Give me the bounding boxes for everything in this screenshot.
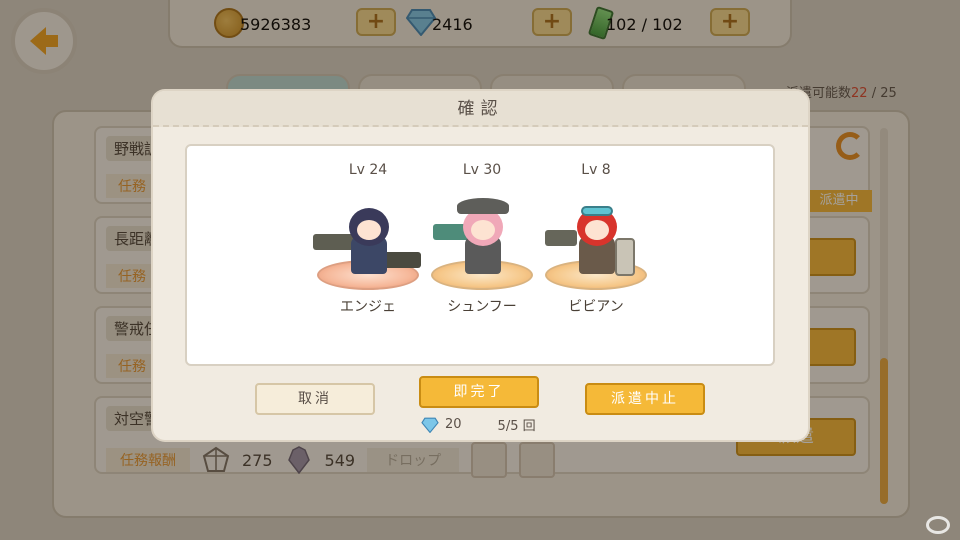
unit-sprite (313, 184, 423, 290)
unit-card: Lv 8 ビビアン (541, 162, 651, 316)
goggles-icon (581, 206, 613, 216)
unit-face (585, 220, 609, 240)
shield-icon (615, 238, 635, 276)
uses-remaining: 5/5 回 (497, 419, 536, 434)
cannon-icon (545, 230, 577, 246)
unit-name: ビビアン (568, 299, 624, 315)
unit-sprite (427, 184, 537, 290)
officer-cap-icon (457, 198, 509, 214)
unit-face (357, 220, 381, 240)
watermark-logo-icon (926, 516, 950, 534)
cannon-icon (313, 234, 355, 250)
dialog-title: 確認 (457, 99, 504, 119)
unit-sprite (541, 184, 651, 290)
unit-level: Lv 24 (348, 162, 388, 178)
unit-panel: Lv 24 エンジェ Lv 30 シュンフー Lv 8 ビビアン (185, 144, 775, 366)
unit-card: Lv 24 エンジェ (313, 162, 423, 316)
instant-cost: 20 5/5 回 (421, 415, 536, 434)
stop-dispatch-button[interactable]: 派遣中止 (585, 383, 705, 415)
unit-name: エンジェ (340, 299, 396, 315)
cost-value: 20 (445, 417, 462, 432)
unit-name: シュンフー (447, 299, 517, 315)
unit-level: Lv 8 (581, 162, 611, 178)
unit-card: Lv 30 シュンフー (427, 162, 537, 316)
dialog-header: 確認 (153, 91, 808, 127)
cancel-button[interactable]: 取消 (255, 383, 375, 415)
unit-face (471, 220, 495, 240)
confirm-dialog: 確認 Lv 24 エンジェ Lv 30 シュンフー Lv 8 ビビアン 取消 即… (153, 91, 808, 440)
diamond-icon (421, 417, 439, 433)
instant-complete-button[interactable]: 即完了 (419, 376, 539, 408)
unit-level: Lv 30 (462, 162, 502, 178)
